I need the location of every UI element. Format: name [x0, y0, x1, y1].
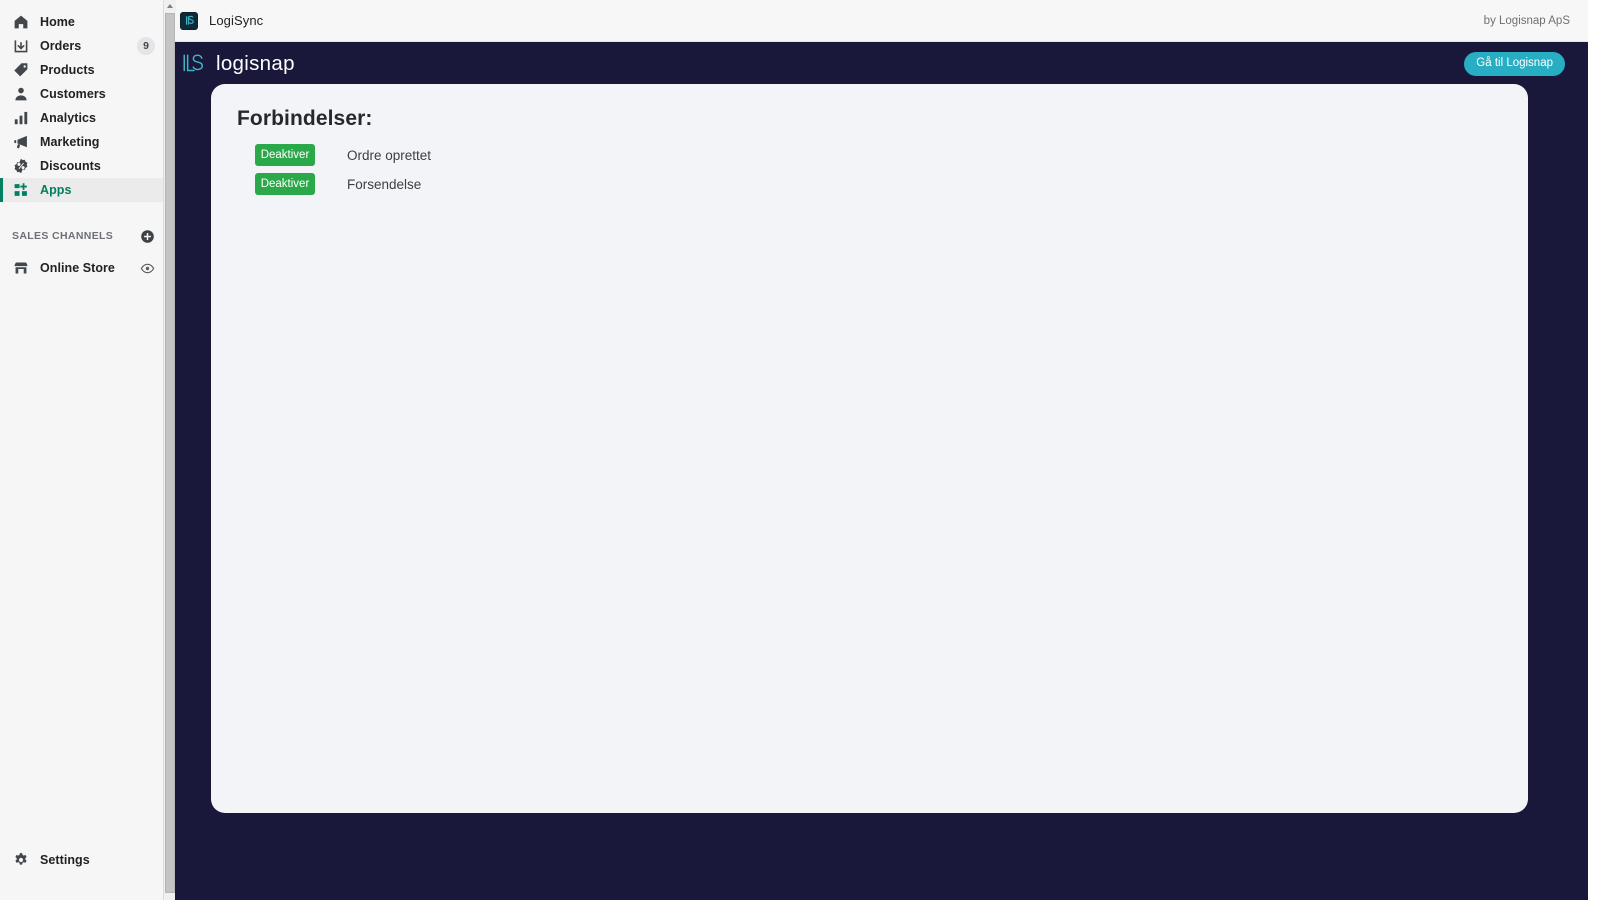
sidebar-item-products[interactable]: Products	[0, 58, 163, 82]
app-root: Home Orders 9 Products Customers Analyti…	[0, 0, 1600, 900]
orders-count-badge: 9	[137, 37, 155, 55]
marketing-icon	[12, 134, 29, 151]
apps-icon	[12, 182, 29, 199]
gear-icon	[12, 852, 29, 869]
sidebar-item-orders[interactable]: Orders 9	[0, 34, 163, 58]
sidebar-item-customers[interactable]: Customers	[0, 82, 163, 106]
embedded-app-area: logisnap Gå til Logisnap Forbindelser: D…	[163, 42, 1588, 900]
sidebar-item-label: Orders	[40, 39, 82, 53]
sidebar-footer: Settings	[0, 848, 163, 900]
logisync-favicon	[180, 11, 198, 30]
app-publisher: by Logisnap ApS	[1483, 14, 1570, 27]
main-content: LogiSync by Logisnap ApS logisnap Gå til…	[163, 0, 1588, 900]
eye-icon[interactable]	[139, 260, 155, 276]
sidebar-item-label: Marketing	[40, 135, 100, 149]
brand-logo: logisnap	[180, 51, 295, 77]
brand-bar: logisnap Gå til Logisnap	[163, 42, 1588, 86]
sidebar-item-settings[interactable]: Settings	[0, 848, 163, 872]
sidebar-scrollbar[interactable]	[163, 0, 176, 900]
connection-row: Deaktiver Forsendelse	[237, 173, 1528, 195]
app-title: LogiSync	[209, 13, 264, 28]
discounts-icon	[12, 158, 29, 175]
sidebar-item-analytics[interactable]: Analytics	[0, 106, 163, 130]
deactivate-button-ordre-oprettet[interactable]: Deaktiver	[255, 144, 315, 166]
sidebar-item-label: Settings	[40, 853, 90, 867]
sidebar-item-online-store[interactable]: Online Store	[0, 256, 163, 280]
sidebar-item-discounts[interactable]: Discounts	[0, 154, 163, 178]
sidebar-item-marketing[interactable]: Marketing	[0, 130, 163, 154]
sales-channels-title: SALES CHANNELS	[12, 230, 114, 242]
app-host-bar: LogiSync by Logisnap ApS	[163, 0, 1588, 42]
sidebar-item-label: Products	[40, 63, 95, 77]
home-icon	[12, 14, 29, 31]
connections-card: Forbindelser: Deaktiver Ordre oprettet D…	[211, 84, 1528, 813]
scroll-up-arrow-icon	[167, 4, 173, 8]
customers-icon	[12, 86, 29, 103]
sales-channels-section-header: SALES CHANNELS	[0, 224, 163, 248]
go-to-logisnap-button[interactable]: Gå til Logisnap	[1464, 52, 1565, 76]
sidebar-item-label: Apps	[40, 183, 72, 197]
sidebar-item-label: Discounts	[40, 159, 101, 173]
sidebar-item-home[interactable]: Home	[0, 10, 163, 34]
page-title: Forbindelser:	[237, 107, 373, 130]
sidebar-item-apps[interactable]: Apps	[0, 178, 163, 202]
connection-name: Ordre oprettet	[347, 147, 432, 163]
sidebar-item-label: Analytics	[40, 111, 97, 125]
store-icon	[12, 260, 29, 277]
scrollbar-thumb[interactable]	[165, 13, 175, 893]
sidebar-item-label: Online Store	[40, 261, 115, 275]
analytics-icon	[12, 110, 29, 127]
sidebar-item-label: Home	[40, 15, 75, 29]
connection-row: Deaktiver Ordre oprettet	[237, 144, 1528, 166]
logisnap-ls-mark	[180, 51, 206, 77]
sidebar-nav: Home Orders 9 Products Customers Analyti…	[0, 0, 163, 202]
products-icon	[12, 62, 29, 79]
deactivate-button-forsendelse[interactable]: Deaktiver	[255, 173, 315, 195]
plus-circle-icon[interactable]	[139, 228, 155, 244]
sidebar-item-label: Customers	[40, 87, 106, 101]
sidebar: Home Orders 9 Products Customers Analyti…	[0, 0, 163, 900]
scroll-up-button[interactable]	[164, 0, 176, 12]
connection-name: Forsendelse	[347, 176, 422, 192]
brand-wordmark: logisnap	[216, 52, 295, 75]
orders-icon	[12, 38, 29, 55]
connections-card-body: Forbindelser: Deaktiver Ordre oprettet D…	[211, 84, 1528, 195]
